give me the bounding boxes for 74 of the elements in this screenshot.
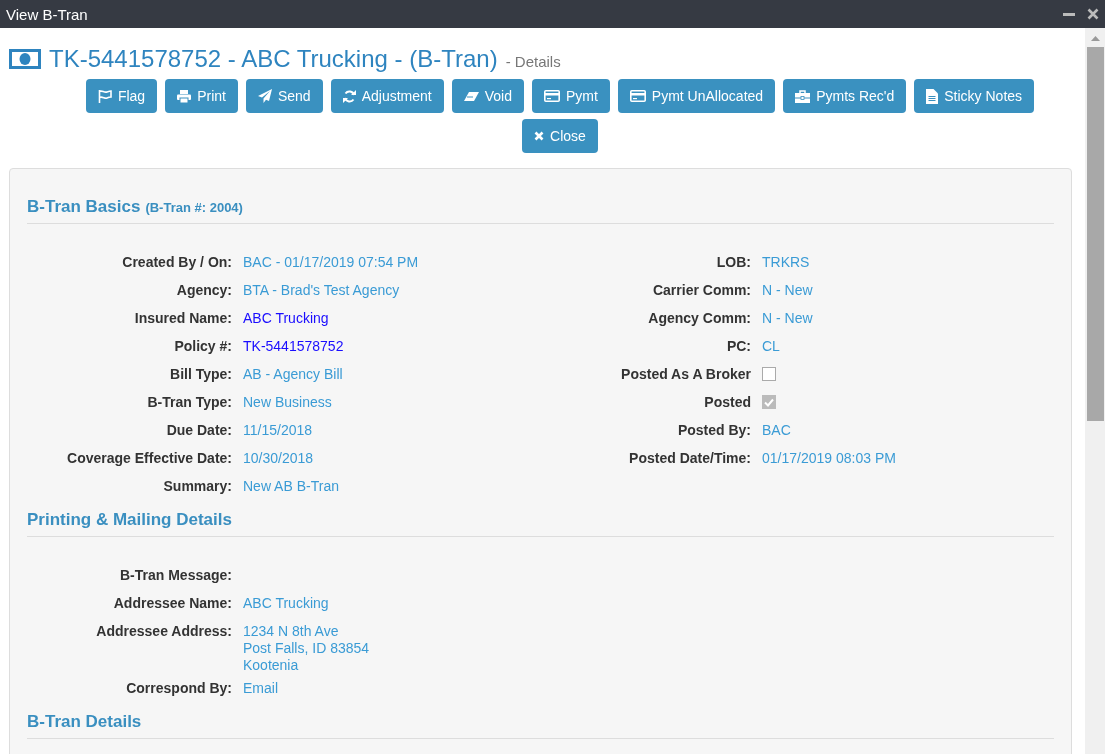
field-label: LOB:	[716, 254, 751, 272]
field-label: Agency:	[176, 282, 232, 300]
page-subtitle: - Details	[505, 53, 561, 70]
toolbar-button[interactable]: Send	[245, 79, 323, 113]
field-label: Policy #:	[174, 338, 232, 356]
credit-card-icon	[543, 90, 560, 102]
field-value: Email	[243, 680, 278, 698]
field-value: BAC - 01/17/2019 07:54 PM	[243, 254, 419, 272]
field-value: New Business	[243, 394, 332, 412]
field-label: Addressee Name:	[113, 595, 232, 613]
field-value: TRKRS	[762, 254, 810, 272]
printer-icon	[177, 89, 192, 103]
paper-plane-icon	[257, 89, 272, 103]
field-label: Carrier Comm:	[652, 282, 751, 300]
credit-card-icon	[629, 90, 646, 102]
field-value: N - New	[762, 310, 813, 328]
page-title: TK-5441578752 - ABC Trucking - (B-Tran)	[49, 45, 498, 73]
toolbar-button[interactable]: Adjustment	[330, 79, 444, 113]
field-value: ABC Trucking	[243, 595, 329, 613]
field-label: B-Tran Message:	[119, 567, 232, 585]
toolbar-button[interactable]: Void	[451, 79, 524, 113]
field-label: Bill Type:	[170, 366, 232, 384]
scrollbar[interactable]	[1085, 28, 1105, 754]
field-label: Addressee Address:	[96, 623, 232, 641]
toolbar-button[interactable]: Close	[522, 119, 598, 153]
field-value: BTA - Brad's Test Agency	[243, 282, 400, 300]
toolbar-button[interactable]: Print	[165, 79, 238, 113]
field-label: Summary:	[163, 478, 232, 496]
field-value: New AB B-Tran	[243, 478, 339, 496]
field-label: PC:	[726, 338, 751, 356]
flag-icon	[97, 89, 112, 103]
document-icon	[926, 88, 939, 104]
scrollbar-thumb[interactable]	[1086, 47, 1104, 421]
section-title: Printing & Mailing Details	[27, 510, 232, 530]
field-value: 01/17/2019 08:03 PM	[762, 450, 896, 468]
field-label: Coverage Effective Date:	[67, 450, 232, 468]
field-label: Correspond By:	[126, 680, 232, 698]
field-value: CL	[762, 338, 780, 356]
field-label: Posted As A Broker	[621, 366, 751, 384]
toolbar-button[interactable]: Sticky Notes	[914, 79, 1035, 113]
window-title: View B-Tran	[6, 5, 88, 23]
toolbar-button[interactable]: Flag	[85, 79, 158, 113]
toolbar-button[interactable]: Pymt UnAllocated	[617, 79, 776, 113]
toolbar-button[interactable]: Pymt	[531, 79, 610, 113]
address-text: 1234 N 8th Ave Post Falls, ID 83854 Kootenia	[243, 623, 370, 675]
field-value: 11/15/2018	[243, 422, 313, 440]
section-title: B-Tran Basics	[27, 197, 141, 217]
field-label: Due Date:	[166, 422, 232, 440]
field-label: B-Tran Type:	[147, 394, 232, 412]
field-value: 10/30/2018	[243, 450, 314, 468]
checkbox[interactable]	[762, 395, 776, 409]
section-title: B-Tran Details	[27, 712, 142, 732]
field-link[interactable]: TK-5441578752	[243, 338, 344, 366]
scroll-up-icon[interactable]	[1090, 36, 1100, 41]
field-value: N - New	[762, 282, 813, 300]
minimize-icon[interactable]	[1063, 12, 1075, 16]
briefcase-icon	[795, 89, 811, 103]
field-label: Posted Date/Time:	[629, 450, 751, 468]
field-label: Created By / On:	[122, 254, 232, 272]
field-label: Posted	[704, 394, 751, 412]
checkbox[interactable]	[762, 367, 776, 381]
field-label: Posted By:	[677, 422, 751, 440]
section-subtitle: (B-Tran #: 2004)	[145, 200, 243, 215]
banknote-icon	[9, 49, 41, 69]
field-value: AB - Agency Bill	[243, 366, 343, 384]
eraser-icon	[463, 90, 479, 102]
field-link[interactable]: ABC Trucking	[243, 310, 329, 338]
refresh-icon	[342, 89, 356, 103]
field-label: Agency Comm:	[648, 310, 751, 328]
close-icon	[534, 131, 545, 141]
field-label: Insured Name:	[134, 310, 232, 328]
toolbar-button[interactable]: Pymts Rec'd	[783, 79, 907, 113]
field-value: BAC	[762, 422, 791, 440]
close-icon[interactable]	[1087, 8, 1099, 20]
